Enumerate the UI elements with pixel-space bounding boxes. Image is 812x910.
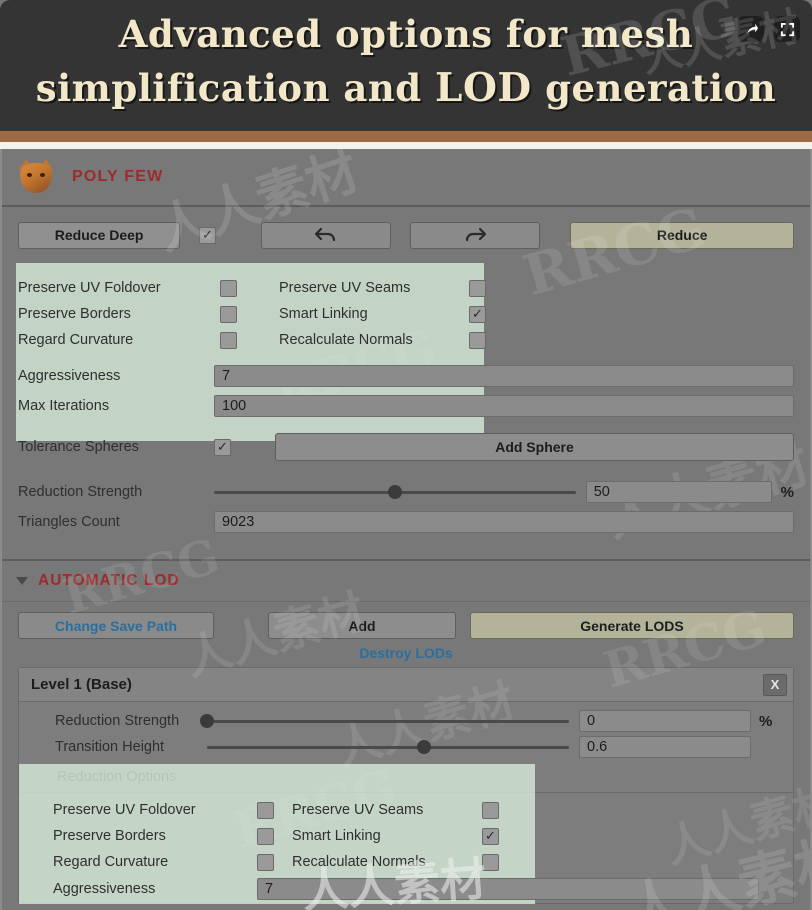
- share-arrow-icon[interactable]: [738, 16, 764, 42]
- reduce-button[interactable]: Reduce: [570, 221, 794, 249]
- banner-icon-group: [738, 16, 800, 42]
- reduction-options-group: Preserve UV Foldover Preserve UV Seams P…: [2, 263, 810, 467]
- banner-title-lod: LOD: [435, 64, 532, 111]
- lod-actions-row: Change Save Path Add Generate LODS: [2, 602, 810, 639]
- destroy-lods-link[interactable]: Destroy LODs: [359, 645, 452, 661]
- lod-aggressiveness-input[interactable]: 7: [257, 878, 759, 900]
- preserve-uv-seams-checkbox[interactable]: [469, 279, 486, 297]
- lod-preserve-borders-checkbox[interactable]: [257, 827, 274, 845]
- aggressiveness-input[interactable]: 7: [214, 365, 794, 387]
- reduction-strength-slider[interactable]: [213, 481, 576, 503]
- lod-reduction-options-group: Reduction Options Preserve UV Foldover P…: [19, 764, 793, 904]
- percent-sign: %: [759, 712, 773, 730]
- change-save-path-button[interactable]: Change Save Path: [18, 612, 214, 639]
- lod-smart-linking-label: Smart Linking: [292, 828, 381, 844]
- reduction-strength-label: Reduction Strength: [18, 484, 143, 500]
- max-iterations-label: Max Iterations: [18, 398, 110, 414]
- lod-recalculate-normals-label: Recalculate Normals: [292, 854, 426, 870]
- reduce-deep-checkbox[interactable]: ✓: [198, 226, 216, 244]
- lod-regard-curvature-checkbox[interactable]: [257, 853, 274, 871]
- regard-curvature-label: Regard Curvature: [18, 332, 134, 348]
- percent-sign: %: [780, 483, 794, 501]
- lod-transition-height-slider[interactable]: [207, 736, 569, 758]
- reduction-strength-input[interactable]: 50: [585, 481, 772, 503]
- triangles-count-input[interactable]: 9023: [214, 511, 794, 533]
- recalculate-normals-checkbox[interactable]: [469, 331, 486, 349]
- recalculate-normals-label: Recalculate Normals: [279, 332, 413, 348]
- lod-transition-height-label: Transition Height: [55, 739, 165, 755]
- smart-linking-label: Smart Linking: [279, 306, 368, 322]
- max-iterations-input[interactable]: 100: [214, 395, 794, 417]
- promo-banner: Advanced options for mesh simplification…: [0, 0, 812, 131]
- aggressiveness-label: Aggressiveness: [18, 368, 121, 384]
- banner-gap: [0, 142, 812, 149]
- automatic-lod-title: AUTOMATIC LOD: [38, 572, 180, 589]
- chevron-down-icon[interactable]: [39, 773, 49, 781]
- lod-preserve-uv-seams-checkbox[interactable]: [482, 801, 499, 819]
- lod-aggressiveness-label: Aggressiveness: [53, 881, 156, 897]
- reduction-options-label: Reduction Options: [57, 769, 177, 785]
- undo-button[interactable]: [260, 221, 392, 249]
- tolerance-spheres-label: Tolerance Spheres: [18, 439, 139, 455]
- destroy-lods-row: Destroy LODs: [2, 639, 810, 667]
- lod-preserve-uv-foldover-label: Preserve UV Foldover: [53, 802, 196, 818]
- reduction-strength-group: Reduction Strength 50 % Triangles Count …: [2, 467, 810, 537]
- reduce-deep-button[interactable]: Reduce Deep: [18, 221, 181, 249]
- triangles-count-label: Triangles Count: [18, 514, 120, 530]
- preserve-uv-seams-label: Preserve UV Seams: [279, 280, 411, 296]
- automatic-lod-header[interactable]: AUTOMATIC LOD: [2, 561, 810, 601]
- plugin-title: POLY FEW: [72, 168, 164, 185]
- banner-title-line2: simplification and LOD generation: [0, 61, 812, 116]
- lod-reduction-strength-input[interactable]: 0: [579, 710, 751, 732]
- cat-face-icon: [16, 159, 56, 195]
- banner-title-line2-b: generation: [531, 65, 777, 110]
- preserve-borders-label: Preserve Borders: [18, 306, 131, 322]
- preserve-uv-foldover-checkbox[interactable]: [220, 279, 237, 297]
- change-save-path-label: Change Save Path: [54, 617, 178, 634]
- lod-regard-curvature-label: Regard Curvature: [53, 854, 169, 870]
- main-toolbar: Reduce Deep ✓ Reduce: [2, 207, 810, 263]
- banner-accent-strip: [0, 131, 812, 142]
- banner-title: Advanced options for mesh simplification…: [0, 8, 812, 116]
- add-lod-button[interactable]: Add: [268, 612, 456, 639]
- lod-level-header[interactable]: Level 1 (Base) X: [19, 668, 793, 702]
- lod-level-body: Reduction Strength 0 % Transition Height…: [19, 702, 793, 904]
- lod-preserve-uv-foldover-checkbox[interactable]: [257, 801, 274, 819]
- lod-level-title: Level 1 (Base): [31, 676, 132, 693]
- lod-smart-linking-checkbox[interactable]: ✓: [482, 827, 499, 845]
- close-icon[interactable]: X: [763, 673, 787, 696]
- lod-reduction-strength-slider[interactable]: [200, 710, 569, 732]
- chevron-down-icon[interactable]: [16, 577, 28, 585]
- lod-preserve-borders-label: Preserve Borders: [53, 828, 166, 844]
- plugin-header: POLY FEW: [2, 149, 810, 205]
- redo-button[interactable]: [409, 221, 541, 249]
- fullscreen-icon[interactable]: [774, 16, 800, 42]
- regard-curvature-checkbox[interactable]: [220, 331, 237, 349]
- tolerance-spheres-checkbox[interactable]: ✓: [214, 438, 231, 456]
- lod-recalculate-normals-checkbox[interactable]: [482, 853, 499, 871]
- add-sphere-button[interactable]: Add Sphere: [275, 433, 794, 461]
- reduction-options-header[interactable]: Reduction Options: [29, 764, 783, 790]
- banner-title-line1: Advanced options for mesh: [118, 12, 694, 56]
- divider: [19, 792, 793, 793]
- inspector-panel: 人人素材 RRCG RRCG 人人素材 RRCG 人人素材 RRCG 人人素材 …: [0, 149, 812, 910]
- banner-title-line2-a: simplification and: [35, 65, 436, 110]
- lod-transition-height-input[interactable]: 0.6: [579, 736, 751, 758]
- smart-linking-checkbox[interactable]: ✓: [469, 305, 486, 323]
- lod-reduction-strength-label: Reduction Strength: [55, 713, 180, 729]
- preserve-borders-checkbox[interactable]: [220, 305, 237, 323]
- lod-preserve-uv-seams-label: Preserve UV Seams: [292, 802, 424, 818]
- generate-lods-button[interactable]: Generate LODS: [470, 612, 794, 639]
- lod-level-box: Level 1 (Base) X Reduction Strength 0 % …: [18, 667, 794, 904]
- preserve-uv-foldover-label: Preserve UV Foldover: [18, 280, 161, 296]
